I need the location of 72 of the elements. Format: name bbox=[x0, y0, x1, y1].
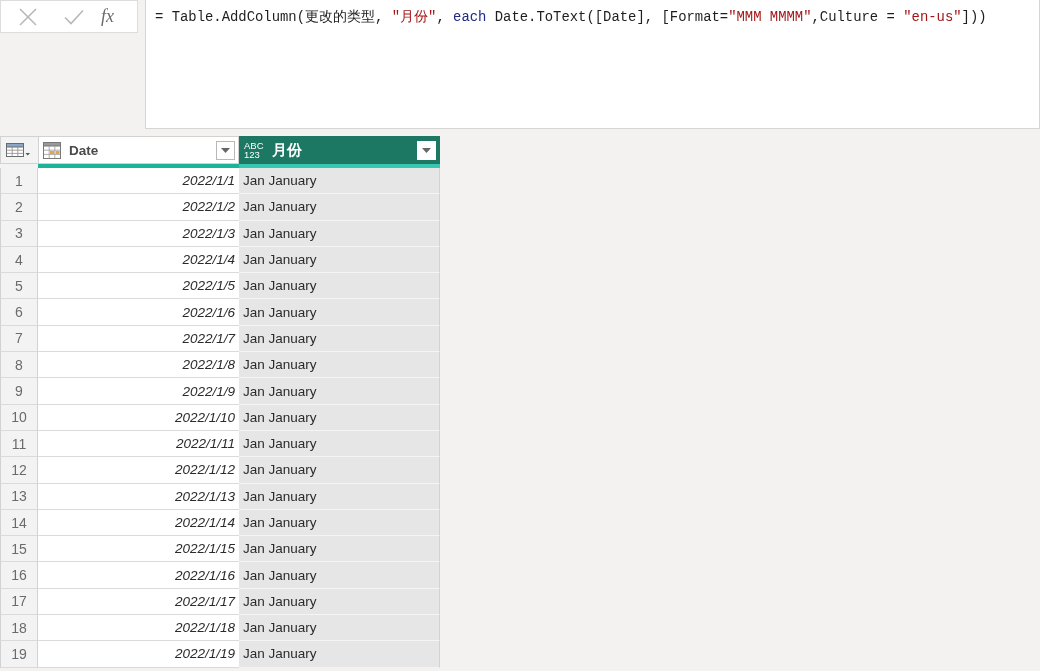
close-icon bbox=[18, 6, 38, 27]
row-number: 5 bbox=[0, 273, 38, 300]
table-cell: 2022/1/1 bbox=[38, 168, 239, 195]
table-cell: 2022/1/14 bbox=[38, 509, 239, 537]
table-cell: Jan January bbox=[239, 352, 440, 379]
row-number: 14 bbox=[0, 509, 38, 537]
table-cell: 2022/1/16 bbox=[38, 562, 239, 589]
row-number: 7 bbox=[0, 325, 38, 353]
table-cell: Jan January bbox=[239, 615, 440, 642]
table-cell: 2022/1/9 bbox=[38, 378, 239, 405]
column-header[interactable]: Date bbox=[38, 136, 239, 164]
table-cell: 2022/1/10 bbox=[38, 404, 239, 431]
column-label: 月份 bbox=[271, 140, 303, 160]
caret-icon bbox=[221, 147, 230, 153]
row-number: 10 bbox=[0, 404, 38, 431]
table-cell: 2022/1/11 bbox=[38, 430, 239, 458]
table-cell: 2022/1/17 bbox=[38, 588, 239, 616]
table-grid-icon bbox=[6, 142, 31, 158]
table-cell: Jan January bbox=[239, 509, 440, 537]
table-menu-button[interactable] bbox=[6, 142, 31, 158]
row-number: 12 bbox=[0, 457, 38, 484]
type-label[interactable]: ABC 123 bbox=[244, 141, 264, 159]
formula-field[interactable]: = Table.AddColumn(更改的类型, "月份", each Date.ToText([Date], [Format="MMM MMMM",Culture = "en-us"])) bbox=[145, 0, 1040, 129]
row-number: 16 bbox=[0, 562, 38, 589]
table-cell: Jan January bbox=[239, 378, 440, 405]
table-cell: Jan January bbox=[239, 168, 440, 195]
row-number: 11 bbox=[0, 430, 38, 458]
table-cell: Jan January bbox=[239, 246, 440, 274]
insert-function-button[interactable]: fx bbox=[99, 1, 116, 32]
row-number: 9 bbox=[0, 378, 38, 405]
table-cell: 2022/1/7 bbox=[38, 325, 239, 353]
table-cell: 2022/1/15 bbox=[38, 536, 239, 563]
check-icon bbox=[64, 8, 84, 25]
row-number: 13 bbox=[0, 483, 38, 510]
caret-icon bbox=[422, 147, 431, 153]
table-cell: Jan January bbox=[239, 536, 440, 563]
formula-text: = Table.AddColumn(更改的类型, "月份", each Date.ToText([Date], [Format="MMM MMMM",Culture = "en-us"])) bbox=[155, 8, 987, 27]
table-cell: 2022/1/8 bbox=[38, 352, 239, 379]
row-number: 19 bbox=[0, 641, 38, 668]
table-cell: Jan January bbox=[239, 641, 440, 668]
table-cell: 2022/1/3 bbox=[38, 220, 239, 247]
table-cell: Jan January bbox=[239, 588, 440, 616]
row-number: 17 bbox=[0, 588, 38, 616]
column-filter-button[interactable] bbox=[216, 140, 235, 160]
table-cell: 2022/1/4 bbox=[38, 246, 239, 274]
row-number: 18 bbox=[0, 615, 38, 642]
table-cell: Jan January bbox=[239, 273, 440, 300]
table-cell: Jan January bbox=[239, 194, 440, 221]
table-cell: 2022/1/18 bbox=[38, 615, 239, 642]
row-number: 8 bbox=[0, 352, 38, 379]
row-number: 2 bbox=[0, 194, 38, 221]
table-cell: Jan January bbox=[239, 404, 440, 431]
row-number: 1 bbox=[0, 168, 38, 195]
row-number: 4 bbox=[0, 246, 38, 274]
column-label: Date bbox=[69, 142, 100, 158]
table-cell: 2022/1/19 bbox=[38, 641, 239, 668]
table-cell: 2022/1/6 bbox=[38, 299, 239, 326]
row-number: 3 bbox=[0, 220, 38, 247]
row-number: 15 bbox=[0, 536, 38, 563]
row-number: 6 bbox=[0, 299, 38, 326]
calendar-icon[interactable] bbox=[43, 141, 61, 159]
table-cell: 2022/1/2 bbox=[38, 194, 239, 221]
table-cell: Jan January bbox=[239, 430, 440, 458]
table-cell: Jan January bbox=[239, 483, 440, 510]
table-cell: Jan January bbox=[239, 325, 440, 353]
table-cell: Jan January bbox=[239, 299, 440, 326]
table-cell: 2022/1/12 bbox=[38, 457, 239, 484]
table-cell: 2022/1/5 bbox=[38, 273, 239, 300]
table-cell: Jan January bbox=[239, 457, 440, 484]
table-cell: Jan January bbox=[239, 220, 440, 247]
table-cell: 2022/1/13 bbox=[38, 483, 239, 510]
table-cell: Jan January bbox=[239, 562, 440, 589]
